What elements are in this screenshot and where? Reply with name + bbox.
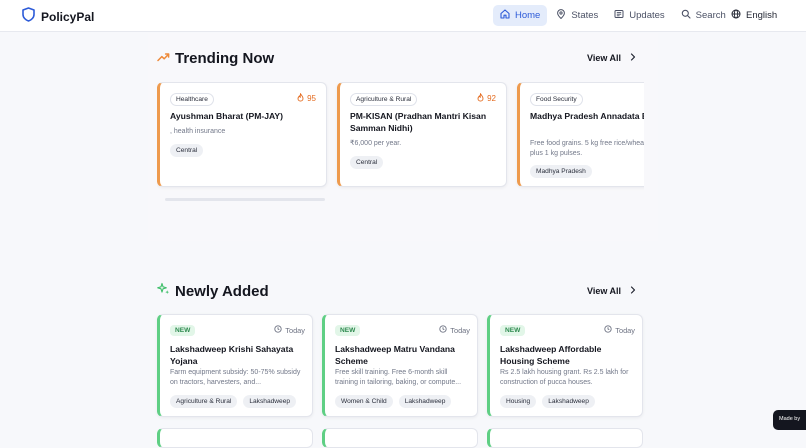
trending-header: Trending Now View All <box>157 48 644 68</box>
region-tag: Lakshadweep <box>243 395 297 408</box>
new-badge: NEW <box>500 325 526 336</box>
trending-title: Trending Now <box>175 49 275 67</box>
clock-icon <box>274 325 282 335</box>
clock-icon <box>439 325 447 335</box>
scheme-description: Free food grains. 5 kg free rice/wheat p… <box>530 140 644 157</box>
scheme-title: Lakshadweep Matru Vandana Scheme <box>335 344 455 366</box>
scheme-description: Rs 2.5 lakh housing grant. Rs 2.5 lakh f… <box>500 369 629 386</box>
new-badge: NEW <box>335 325 361 336</box>
trending-card[interactable]: Agriculture & Rural 92 PM-KISAN (Pradhan… <box>337 82 507 187</box>
added-time-label: Today <box>615 325 635 335</box>
category-tag: Agriculture & Rural <box>170 395 238 408</box>
clock-icon <box>604 325 612 335</box>
nav-updates-label: Updates <box>629 10 665 21</box>
made-by-badge[interactable]: Made by <box>773 410 806 430</box>
category-tag: Housing <box>500 395 537 408</box>
region-tag: Madhya Pradesh <box>530 165 592 178</box>
new-scheme-card[interactable] <box>487 428 643 448</box>
view-all-label: View All <box>586 53 621 63</box>
scheme-tags: Agriculture & Rural Lakshadweep <box>170 395 297 408</box>
scheme-description: Free skill training. Free 6-month skill … <box>335 369 462 386</box>
nav-states[interactable]: States <box>549 5 605 26</box>
trending-score: 92 <box>477 92 496 104</box>
new-scheme-card[interactable] <box>157 428 313 448</box>
search-icon <box>681 9 691 22</box>
flame-icon <box>477 92 484 104</box>
trending-score: 95 <box>297 92 316 104</box>
chevron-right-icon <box>630 53 636 63</box>
trending-carousel[interactable]: Healthcare 95 Ayushman Bharat (PM-JAY) ,… <box>157 82 644 192</box>
nav-home-label: Home <box>515 10 541 21</box>
nav-home[interactable]: Home <box>493 5 548 26</box>
scheme-description: , health insurance <box>170 128 226 135</box>
category-chip: Healthcare <box>170 93 214 106</box>
new-scheme-card[interactable]: NEW Today Lakshadweep Krishi Sahayata Yo… <box>157 314 313 417</box>
scheme-title: Madhya Pradesh Annadata Bhojan Scheme <box>530 111 644 121</box>
region-tag: Lakshadweep <box>398 395 452 408</box>
brand-name: PolicyPal <box>41 10 95 24</box>
made-by-label: Made by <box>779 416 801 422</box>
language-label: English <box>746 10 778 21</box>
view-all-label: View All <box>586 286 621 296</box>
new-badge: NEW <box>170 325 196 336</box>
trending-view-all-button[interactable]: View All <box>587 53 636 63</box>
top-navbar: PolicyPal Home States Updates Search Eng… <box>0 0 806 32</box>
scheme-title: PM-KISAN (Pradhan Mantri Kisan Samman Ni… <box>350 111 487 133</box>
new-scheme-card[interactable]: NEW Today Lakshadweep Affordable Housing… <box>487 314 643 417</box>
score-value: 95 <box>307 94 316 103</box>
scheme-title: Lakshadweep Affordable Housing Scheme <box>500 344 602 366</box>
added-time-label: Today <box>285 325 305 335</box>
sparkles-icon <box>157 282 170 300</box>
region-tag: Central <box>350 156 384 169</box>
added-time: Today <box>439 325 470 335</box>
newly-added-header: Newly Added View All <box>157 281 644 301</box>
flame-icon <box>297 92 304 104</box>
nav-search-label: Search <box>695 10 726 21</box>
region-tag: Central <box>170 144 204 157</box>
trending-up-icon <box>157 49 170 67</box>
newly-added-title: Newly Added <box>175 282 269 300</box>
map-pin-icon <box>556 9 566 22</box>
brand[interactable]: PolicyPal <box>22 7 94 27</box>
score-value: 92 <box>487 94 496 103</box>
added-time: Today <box>604 325 635 335</box>
trending-card[interactable]: Food Security Madhya Pradesh Annadata Bh… <box>517 82 644 187</box>
category-chip: Food Security <box>530 93 583 106</box>
scrollbar-thumb[interactable] <box>165 198 325 201</box>
carousel-scrollbar[interactable] <box>157 197 644 201</box>
shield-logo-icon <box>22 7 35 27</box>
trending-card[interactable]: Healthcare 95 Ayushman Bharat (PM-JAY) ,… <box>157 82 327 187</box>
scheme-description: ₹6,000 per year. <box>350 140 402 147</box>
language-selector[interactable]: English <box>731 9 777 22</box>
nav-search[interactable]: Search <box>674 5 733 26</box>
newly-added-view-all-button[interactable]: View All <box>587 286 636 296</box>
scheme-title: Ayushman Bharat (PM-JAY) <box>170 111 284 121</box>
nav-states-label: States <box>571 10 599 21</box>
added-time: Today <box>274 325 305 335</box>
chevron-right-icon <box>630 286 636 296</box>
scheme-title: Lakshadweep Krishi Sahayata Yojana <box>170 344 294 366</box>
scheme-tags: Women & Child Lakshadweep <box>335 395 452 408</box>
globe-icon <box>731 9 741 22</box>
scheme-tags: Housing Lakshadweep <box>500 395 595 408</box>
home-icon <box>500 9 510 22</box>
scheme-description: Farm equipment subsidy: 50-75% subsidy o… <box>170 369 301 386</box>
category-tag: Women & Child <box>335 395 393 408</box>
main-nav: Home States Updates Search <box>493 5 733 26</box>
nav-updates[interactable]: Updates <box>607 5 671 26</box>
new-scheme-card[interactable]: NEW Today Lakshadweep Matru Vandana Sche… <box>322 314 478 417</box>
new-scheme-card[interactable] <box>322 428 478 448</box>
added-time-label: Today <box>450 325 470 335</box>
category-chip: Agriculture & Rural <box>350 93 418 106</box>
region-tag: Lakshadweep <box>542 395 595 408</box>
newspaper-icon <box>614 9 624 22</box>
